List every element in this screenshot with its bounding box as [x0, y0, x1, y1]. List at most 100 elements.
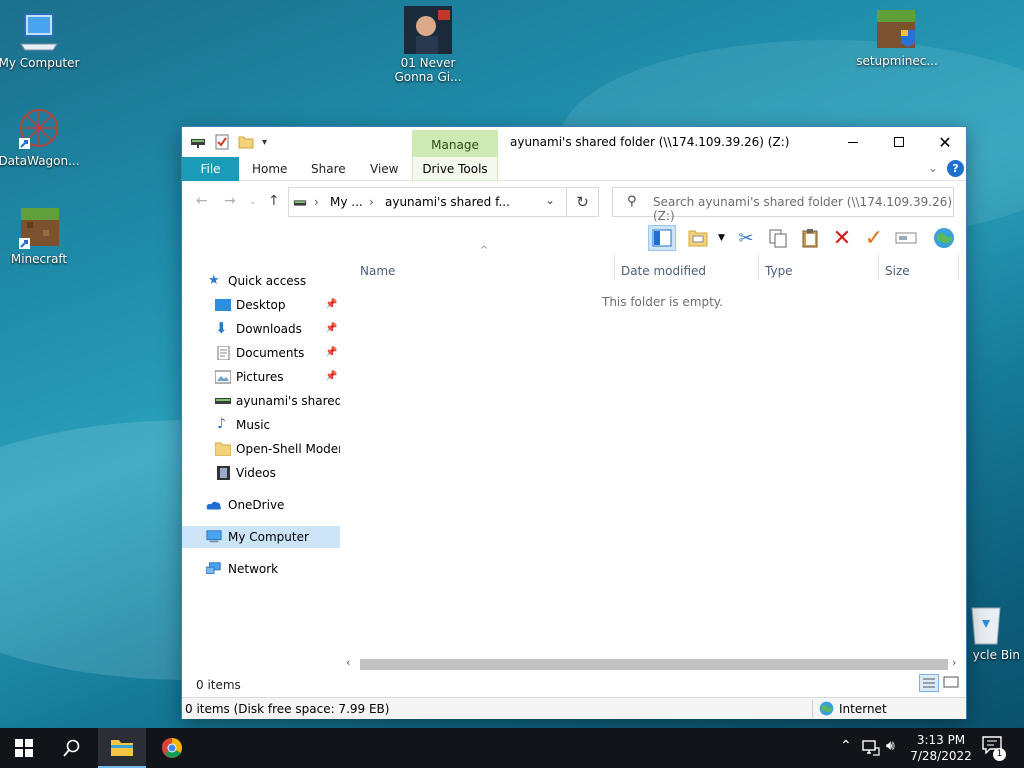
new-folder-icon[interactable] — [238, 134, 254, 150]
navigation-pane-button[interactable] — [648, 225, 676, 251]
help-icon[interactable]: ? — [947, 160, 964, 177]
forward-button[interactable]: → — [224, 193, 236, 209]
nav-item-onedrive[interactable]: OneDrive — [182, 494, 340, 516]
breadcrumb-separator-icon: › — [369, 195, 374, 209]
system-clock[interactable]: 3:13 PM 7/28/2022 — [906, 732, 976, 764]
tab-share[interactable]: Share — [311, 157, 346, 181]
desktop-icon-label: setupminec... — [856, 54, 938, 68]
windows-logo-icon — [15, 739, 33, 757]
pin-icon[interactable]: 📌 — [325, 342, 337, 364]
nav-item-label: Downloads — [236, 322, 302, 336]
address-history-chevron-icon[interactable]: ⌄ — [545, 193, 555, 207]
show-hidden-icons-chevron-icon[interactable]: ⌃ — [840, 738, 852, 754]
nav-item-videos[interactable]: Videos — [182, 462, 340, 484]
pin-icon[interactable]: 📌 — [325, 294, 337, 316]
properties-button[interactable]: ✓ — [860, 225, 888, 251]
nav-item-quick-access[interactable]: ★ Quick access — [182, 270, 340, 292]
status-divider — [812, 700, 813, 718]
scroll-right-icon[interactable]: › — [952, 656, 956, 669]
checkmark-icon: ✓ — [864, 225, 884, 251]
copy-icon — [769, 229, 787, 248]
paste-button[interactable] — [796, 225, 824, 251]
nav-item-music[interactable]: ♪ Music — [182, 414, 340, 436]
desktop-icon-setupminecraft[interactable]: setupminec... — [852, 8, 942, 68]
column-header-type[interactable]: Type — [765, 259, 793, 283]
breadcrumb-my-computer[interactable]: My ... — [330, 195, 363, 209]
desktop-icon-my-computer[interactable]: My Computer — [0, 10, 84, 70]
network-status-icon[interactable] — [862, 740, 880, 756]
scroll-left-icon[interactable]: ‹ — [346, 656, 350, 669]
refresh-button[interactable]: ↻ — [567, 187, 599, 217]
network-drive-icon[interactable] — [190, 134, 206, 150]
large-icons-view-icon — [943, 676, 959, 688]
close-button[interactable]: ✕ — [922, 127, 968, 157]
scrollbar-thumb[interactable] — [360, 659, 948, 670]
breadcrumb-shared-folder[interactable]: ayunami's shared f... — [385, 195, 510, 209]
globe-icon — [934, 228, 954, 248]
internet-options-button[interactable] — [930, 225, 958, 251]
star-icon: ★ — [208, 273, 220, 288]
item-count: 0 items — [196, 678, 241, 692]
pin-icon[interactable]: 📌 — [325, 366, 337, 388]
address-bar[interactable]: › My ... › ayunami's shared f... ⌄ — [288, 187, 567, 217]
copy-button[interactable] — [764, 225, 792, 251]
nav-item-downloads[interactable]: ⬇ Downloads 📌 — [182, 318, 340, 340]
search-input[interactable]: ⚲ Search ayunami's shared folder (\\174.… — [612, 187, 954, 223]
tab-home[interactable]: Home — [252, 157, 287, 181]
search-button[interactable] — [48, 728, 96, 768]
tab-drive-tools[interactable]: Drive Tools — [412, 157, 498, 181]
nav-item-shared-folder[interactable]: ayunami's shared fo — [182, 390, 340, 412]
column-header-size[interactable]: Size — [885, 259, 910, 283]
cut-button[interactable]: ✂ — [732, 225, 760, 251]
back-button[interactable]: ← — [196, 193, 208, 209]
column-divider[interactable] — [878, 255, 879, 279]
customize-toolbar-chevron-icon[interactable]: ▾ — [262, 137, 267, 148]
taskbar-file-explorer[interactable] — [98, 728, 146, 768]
ribbon-tabs: File Home Share View Drive Tools ⌄ ? — [182, 157, 966, 181]
details-view-icon — [923, 678, 935, 688]
properties-icon[interactable] — [214, 134, 230, 150]
nav-item-label: OneDrive — [228, 498, 285, 512]
globe-icon — [819, 701, 834, 716]
volume-icon[interactable]: 🔊︎ — [886, 738, 895, 754]
tab-manage[interactable]: Manage — [412, 130, 498, 157]
nav-item-documents[interactable]: Documents 📌 — [182, 342, 340, 364]
column-header-date-modified[interactable]: Date modified — [621, 259, 706, 283]
rename-button[interactable] — [892, 225, 920, 251]
desktop-icon-datawagon[interactable]: DataWagon... — [0, 108, 84, 168]
nav-item-my-computer[interactable]: My Computer — [182, 526, 340, 548]
pin-icon[interactable]: 📌 — [325, 318, 337, 340]
nav-item-label: Music — [236, 418, 271, 432]
up-button[interactable]: ↑ — [268, 193, 280, 209]
nav-item-network[interactable]: Network — [182, 558, 340, 580]
recent-locations-chevron-icon[interactable]: ⌄ — [249, 197, 257, 207]
recycle-bin-icon — [964, 602, 1008, 646]
datawagon-icon — [17, 108, 61, 152]
column-divider[interactable] — [614, 255, 615, 279]
column-divider[interactable] — [758, 255, 759, 279]
rename-icon — [895, 232, 917, 244]
details-view-button[interactable] — [919, 674, 939, 692]
desktop-icon-music-file[interactable]: 01 Never Gonna Gi... — [383, 6, 473, 84]
tab-file[interactable]: File — [182, 157, 239, 181]
column-header-name[interactable]: Name — [360, 259, 395, 283]
horizontal-scrollbar[interactable]: ‹ › — [344, 656, 962, 671]
minimize-button[interactable] — [830, 127, 876, 157]
taskbar-chrome[interactable] — [148, 728, 196, 768]
nav-item-label: Videos — [236, 466, 276, 480]
start-button[interactable] — [0, 728, 48, 768]
nav-item-pictures[interactable]: Pictures 📌 — [182, 366, 340, 388]
action-center-button[interactable]: 1 — [982, 736, 1006, 761]
large-icons-view-button[interactable] — [942, 674, 962, 692]
column-divider[interactable] — [958, 255, 959, 279]
desktop-icon-label: DataWagon... — [0, 154, 80, 168]
nav-item-open-shell[interactable]: Open-Shell Modern — [182, 438, 340, 460]
desktop-icon-minecraft[interactable]: Minecraft — [0, 206, 84, 266]
tab-view[interactable]: View — [370, 157, 398, 181]
nav-item-desktop[interactable]: Desktop 📌 — [182, 294, 340, 316]
delete-button[interactable]: ✕ — [828, 225, 856, 251]
maximize-button[interactable] — [876, 127, 922, 157]
views-button[interactable] — [684, 225, 712, 251]
expand-ribbon-chevron-icon[interactable]: ⌄ — [928, 161, 938, 175]
views-chevron-icon[interactable]: ▼ — [718, 233, 725, 243]
